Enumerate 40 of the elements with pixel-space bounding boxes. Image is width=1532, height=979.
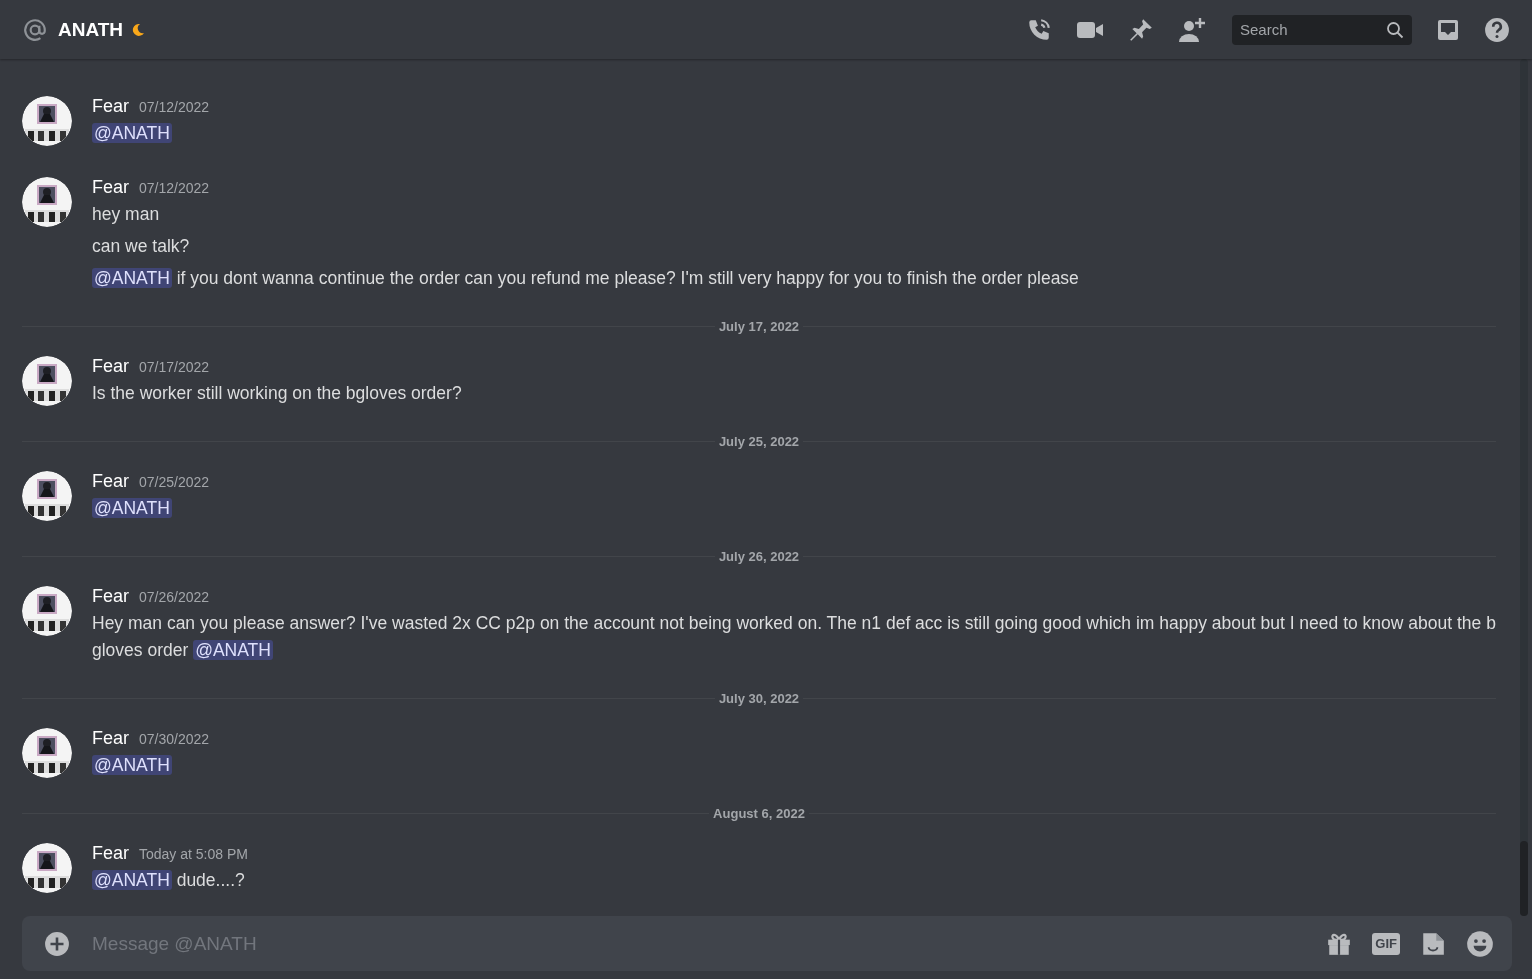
mention-link[interactable]: @ANATH bbox=[92, 870, 172, 890]
mention-link[interactable]: @ANATH bbox=[92, 498, 172, 518]
add-friend-icon[interactable] bbox=[1178, 15, 1208, 44]
author-name[interactable]: Fear bbox=[92, 356, 129, 377]
smiley-icon[interactable] bbox=[1466, 929, 1494, 958]
timestamp: 07/25/2022 bbox=[139, 474, 210, 490]
sticker-icon[interactable] bbox=[1420, 930, 1446, 957]
author-name[interactable]: Fear bbox=[92, 471, 129, 492]
timestamp: 07/12/2022 bbox=[139, 180, 210, 196]
message-text: Hey man can you please answer? I've wasted 2x CC p2p on the account not being worked on. The n1 def acc is still going good which im happy about but I need to know about the b gloves order @ANATH bbox=[92, 612, 1496, 662]
message-text: @ANATH if you dont wanna continue the order can you refund me please? I'm still very happy for you to finish the order please bbox=[92, 267, 1079, 290]
message-text: hey man bbox=[92, 203, 161, 226]
mention-link[interactable]: @ANATH bbox=[92, 123, 172, 143]
author-name[interactable]: Fear bbox=[92, 728, 129, 749]
timestamp: 07/30/2022 bbox=[139, 731, 210, 747]
message-text: @ANATH dude....? bbox=[92, 869, 246, 892]
search-icon bbox=[1386, 20, 1404, 39]
scrollbar-thumb[interactable] bbox=[1520, 841, 1528, 916]
inbox-icon[interactable] bbox=[1436, 17, 1460, 42]
message-text: Is the worker still working on the bgloves order? bbox=[92, 382, 462, 405]
phone-call-icon[interactable] bbox=[1026, 16, 1052, 43]
author-name[interactable]: Fear bbox=[92, 843, 129, 864]
at-sign-icon bbox=[22, 16, 48, 43]
mention-link[interactable]: @ANATH bbox=[92, 755, 172, 775]
author-name[interactable]: Fear bbox=[92, 177, 129, 198]
mention-link[interactable]: @ANATH bbox=[92, 268, 172, 288]
timestamp: 07/12/2022 bbox=[139, 99, 210, 115]
pin-icon[interactable] bbox=[1128, 16, 1154, 43]
timestamp: 07/26/2022 bbox=[139, 589, 210, 605]
author-name[interactable]: Fear bbox=[92, 586, 129, 607]
gif-button[interactable]: GIF bbox=[1372, 932, 1400, 955]
message-text: can we talk? bbox=[92, 235, 191, 258]
search-field[interactable]: Search bbox=[1232, 14, 1412, 45]
plus-circle-icon[interactable] bbox=[44, 930, 70, 957]
timestamp: Today at 5:08 PM bbox=[139, 846, 248, 862]
timestamp: 07/17/2022 bbox=[139, 359, 210, 375]
mention-link[interactable]: @ANATH bbox=[193, 640, 273, 660]
author-name[interactable]: Fear bbox=[92, 96, 129, 117]
channel-name: ANATH bbox=[58, 18, 124, 41]
help-icon[interactable] bbox=[1484, 16, 1510, 43]
